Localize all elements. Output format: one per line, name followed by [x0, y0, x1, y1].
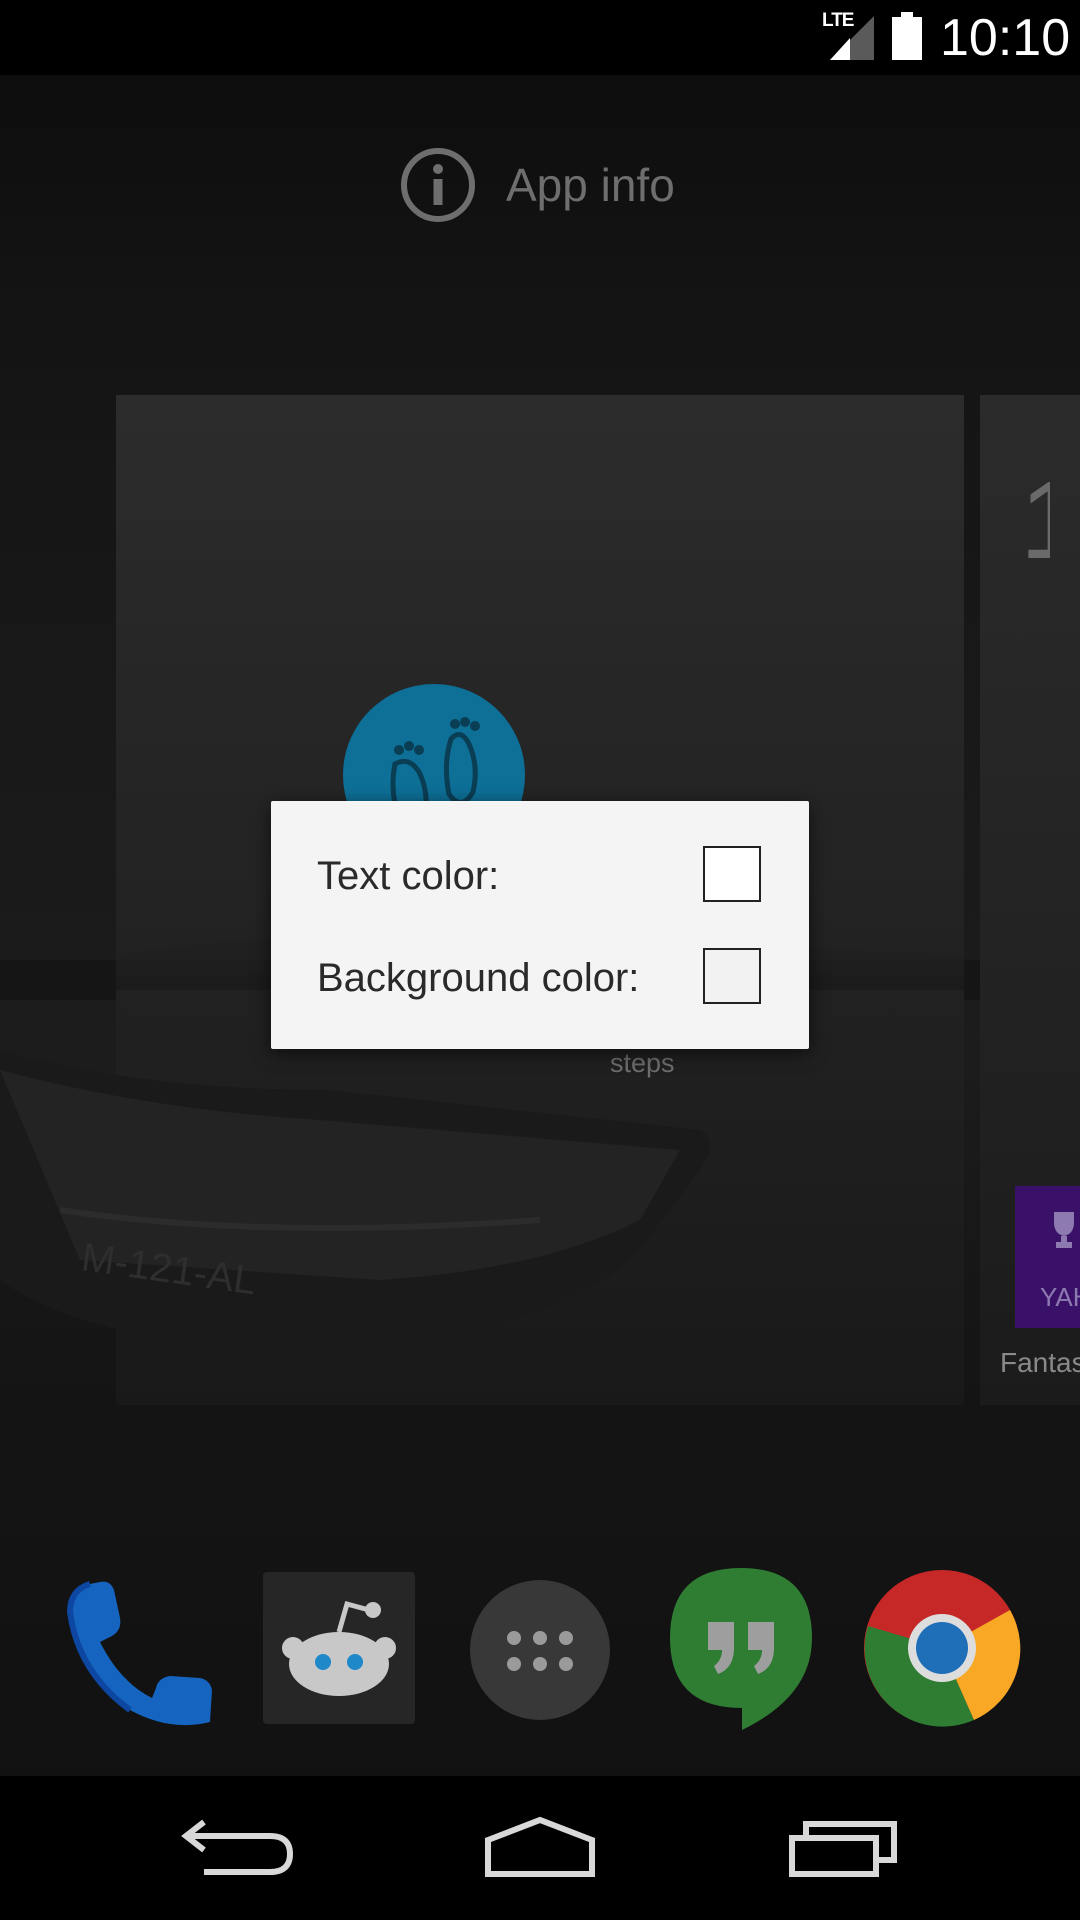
chrome-icon[interactable] — [862, 1568, 1022, 1728]
phone-icon[interactable] — [60, 1572, 220, 1732]
text-color-swatch[interactable] — [703, 846, 761, 902]
recents-icon[interactable] — [784, 1814, 904, 1878]
app-info-drop-target[interactable]: App info — [398, 140, 675, 230]
background-color-row: Background color: — [317, 948, 639, 1008]
yahoo-tile-text: YAH — [1040, 1282, 1080, 1312]
steps-widget-label: steps — [610, 1048, 675, 1078]
clock: 10:10 — [940, 9, 1071, 67]
navigation-bar — [0, 1776, 1080, 1920]
text-color-row: Text color: — [317, 846, 499, 906]
back-icon[interactable] — [180, 1818, 300, 1878]
hangouts-icon[interactable] — [668, 1566, 814, 1732]
widget-color-dialog: Text color: Background color: — [271, 801, 809, 1049]
boat-wallpaper: M-121-AL — [0, 1050, 710, 1340]
background-color-label: Background color: — [317, 955, 640, 1000]
status-bar: LTE 10:10 — [0, 0, 1080, 75]
svg-text:1: 1 — [1020, 468, 1050, 568]
app-drawer-icon[interactable] — [470, 1580, 610, 1720]
home-icon[interactable] — [480, 1814, 600, 1878]
right-page-clock-digit: 1 — [1020, 468, 1050, 568]
battery-icon — [892, 12, 922, 60]
reddit-app-icon[interactable] — [263, 1572, 415, 1724]
yahoo-fantasy-app-label: Fantas — [1000, 1347, 1080, 1378]
trophy-icon — [1054, 1212, 1074, 1248]
lte-signal-icon: LTE — [822, 10, 878, 62]
info-icon — [401, 148, 475, 222]
reddit-icon — [282, 1600, 396, 1696]
text-color-label: Text color: — [317, 853, 500, 898]
app-info-label: App info — [506, 159, 675, 211]
background-color-swatch[interactable] — [703, 948, 761, 1004]
home-screen: LTE 10:10 App info M-121-AL steps YA Fan… — [0, 0, 1080, 1920]
